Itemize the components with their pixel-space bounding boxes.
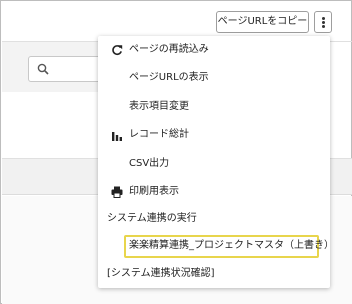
menu-item-label: 表示項目変更 [129,101,189,112]
more-menu-button[interactable] [314,11,332,33]
menu-item-label: CSV出力 [129,158,170,169]
more-vertical-icon-dot [322,21,325,24]
menu-item-show-url[interactable]: ページURLの表示 [98,65,330,91]
more-vertical-icon-dot [322,25,325,28]
menu-item-print-view[interactable]: 印刷用表示 [98,179,330,205]
menu-item-label: 印刷用表示 [129,186,179,197]
integration-status-link[interactable]: [システム連携状況確認] [98,261,330,287]
dropdown-menu: ページの再読込み ページURLの表示 表示項目変更 レコード総計 CSV出力 印… [98,36,334,288]
menu-item-label: ページの再読込み [129,44,209,55]
menu-section-title: システム連携の実行 [98,206,330,232]
menu-item-label: レコード総計 [129,129,189,140]
section-title: システム連携の実行 [107,213,197,224]
menu-item-change-columns[interactable]: 表示項目変更 [98,94,330,120]
menu-item-label: ページURLの表示 [129,72,209,83]
copy-page-url-button[interactable]: ページURLをコピー [216,11,309,33]
menu-item-csv-export[interactable]: CSV出力 [98,151,330,177]
menu-item-integration[interactable]: 楽楽精算連携_プロジェクトマスタ（上書き） [98,233,334,259]
menu-item-label: 楽楽精算連携_プロジェクトマスタ（上書き） [129,240,334,251]
menu-item-reload[interactable]: ページの再読込み [98,37,330,63]
more-vertical-icon [322,17,325,20]
menu-item-record-total[interactable]: レコード総計 [98,122,330,148]
search-icon [37,63,49,75]
page-frame: ページURLをコピー ページの再読込み ページURLの表示 表示項目変更 レコー… [0,0,352,304]
print-icon [111,186,123,198]
bar-chart-icon [112,132,122,141]
refresh-icon [112,45,123,56]
status-link-label: [システム連携状況確認] [107,268,215,279]
